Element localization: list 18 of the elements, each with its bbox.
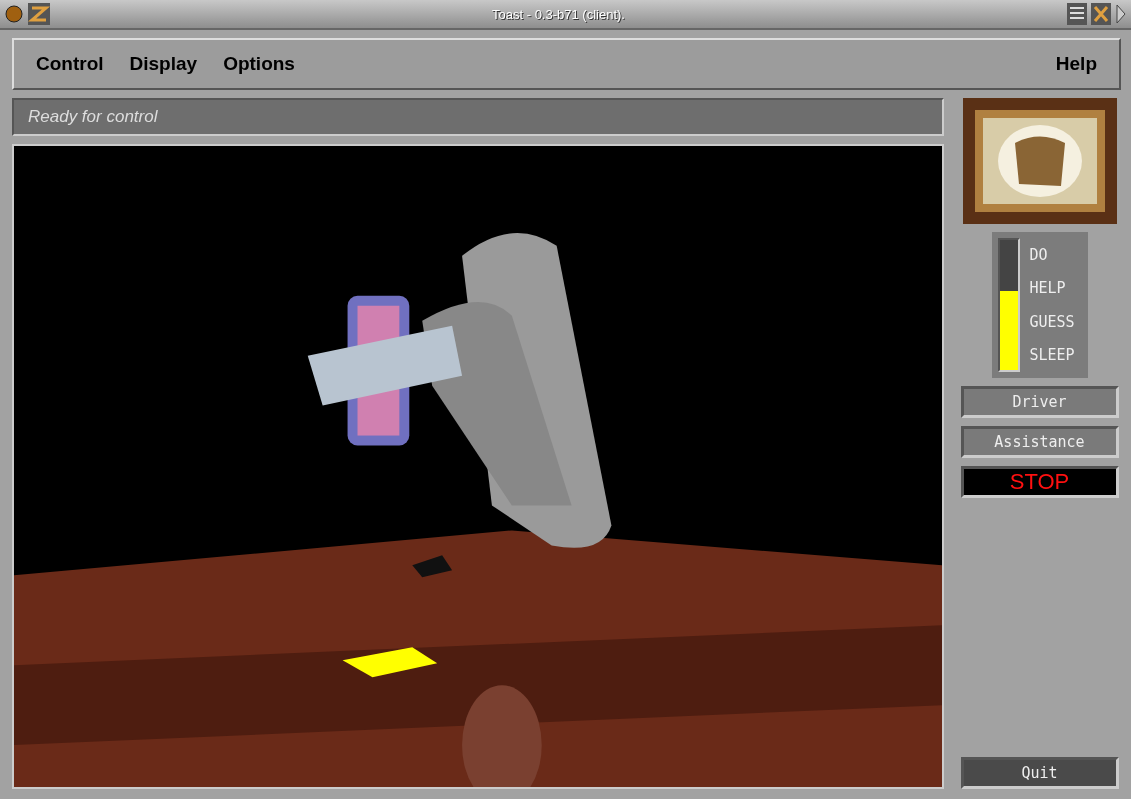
list-icon[interactable]	[1067, 3, 1087, 25]
meter-label: HELP	[1029, 279, 1067, 298]
mode-button[interactable]: Driver	[960, 386, 1119, 418]
menu-item[interactable]: Help	[1055, 53, 1097, 75]
menu-item[interactable]: Options	[223, 53, 295, 75]
meter-label: DO	[1029, 245, 1049, 264]
stop-button[interactable]: STOP	[960, 466, 1119, 498]
window-title: Toast - 0.3-b71 (client).	[491, 6, 626, 22]
triangle-icon[interactable]	[1115, 3, 1127, 25]
close-icon[interactable]	[1091, 3, 1111, 25]
status-bar: Ready for control	[12, 98, 944, 136]
meter-label: GUESS	[1029, 312, 1075, 331]
mode-button[interactable]: Assistance	[960, 426, 1119, 458]
quit-button[interactable]: Quit	[960, 757, 1119, 789]
meter-label: SLEEP	[1029, 346, 1075, 365]
menu-item[interactable]: Display	[129, 53, 198, 75]
orb-icon[interactable]	[4, 4, 24, 24]
menu-item[interactable]: Control	[36, 53, 104, 75]
